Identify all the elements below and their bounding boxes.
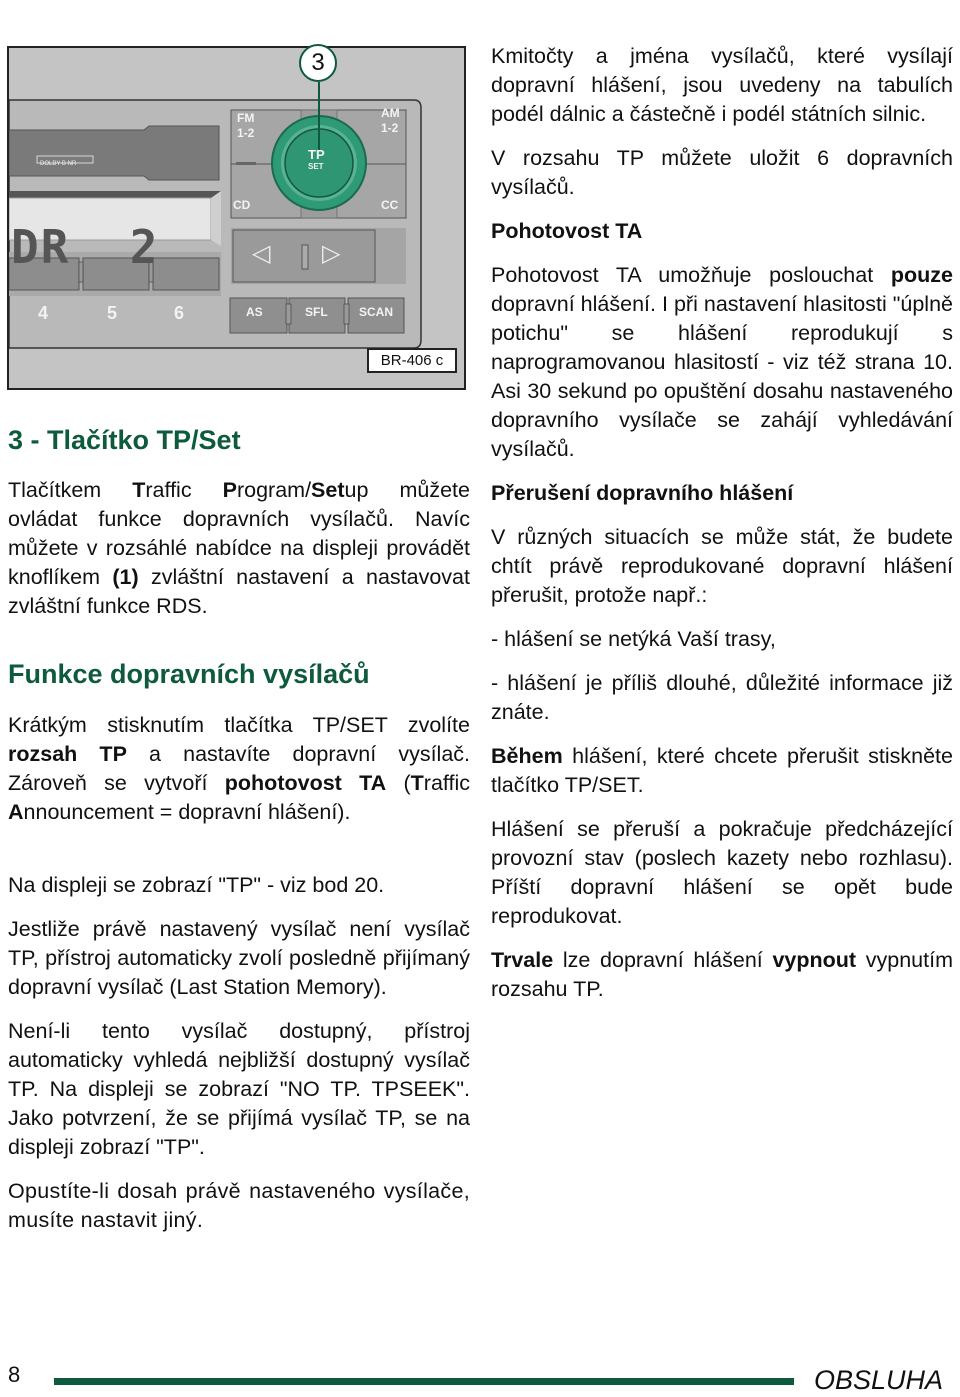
figure-code: BR-406 c	[367, 348, 457, 373]
paragraph-ta-standby: Pohotovost TA umožňuje poslouchat pouze …	[491, 263, 953, 461]
paragraph-during: Během hlášení, které chcete přerušit sti…	[491, 744, 953, 797]
paragraph-store: V rozsahu TP můžete uložit 6 dopravních …	[491, 146, 953, 199]
am-sub-label: 1-2	[381, 121, 399, 135]
cd-label: CD	[233, 198, 251, 212]
scan-label: SCAN	[359, 305, 394, 319]
callout-number: 3	[299, 44, 337, 82]
paragraph-last-station: Jestliže právě nastavený vysílač není vy…	[8, 917, 470, 999]
dolby-label: DOLBY B NR	[40, 161, 77, 167]
as-label: AS	[246, 305, 263, 319]
fm-sub-label: 1-2	[237, 126, 255, 140]
paragraph-leave-range: Opustíte-li dosah právě nastaveného vysí…	[8, 1179, 470, 1232]
paragraph-situations: V různých situacích se může stát, že bud…	[491, 525, 953, 607]
cassette-slot	[9, 125, 220, 181]
paragraph-not-available: Není-li tento vysílač dostupný, přístroj…	[8, 1019, 470, 1159]
left-column: 3 - Tlačítko TP/Set Tlačítkem Traffic Pr…	[8, 424, 470, 1235]
page-number: 8	[8, 1362, 21, 1387]
preset-5-label: 5	[107, 303, 118, 323]
list-item: - hlášení je příliš dlouhé, důležité inf…	[491, 671, 953, 724]
radio-figure: 3 DOLBY B NR DR 2 FM 1-2 AM 1-2 CD CC TP…	[7, 44, 466, 390]
seek-right-icon: ▷	[322, 240, 341, 267]
paragraph-frequencies: Kmitočty a jména vysílačů, které vysílaj…	[491, 44, 953, 126]
radio-illustration	[9, 82, 422, 349]
right-column: Kmitočty a jména vysílačů, které vysílaj…	[491, 42, 953, 1004]
paragraph-display-tp: Na displeji se zobrazí "TP" - viz bod 20…	[8, 873, 385, 897]
cc-label: CC	[381, 198, 399, 212]
paragraph-traffic-functions: Krátkým stisknutím tlačítka TP/SET zvolí…	[8, 713, 470, 824]
list-item: - hlášení se netýká Vaší trasy,	[491, 627, 776, 651]
paragraph-tp-set-intro: Tlačítkem Traffic Program/Setup můžete o…	[8, 478, 470, 618]
seek-left-icon: ◁	[252, 240, 271, 267]
section-heading-tp-set: 3 - Tlačítko TP/Set	[8, 425, 241, 455]
preset-button-6	[152, 257, 220, 291]
paragraph-permanent: Trvale lze dopravní hlášení vypnout vypn…	[491, 948, 953, 1001]
set-label: SET	[308, 162, 324, 171]
preset-6-label: 6	[174, 303, 185, 323]
heading-ta-standby: Pohotovost TA	[491, 219, 643, 243]
am-label: AM	[381, 106, 400, 120]
preset-4-label: 4	[38, 303, 49, 323]
section-title: OBSLUHA	[814, 1365, 944, 1395]
fm-label: FM	[237, 111, 255, 125]
tp-label: TP	[308, 147, 325, 162]
section-heading-traffic-functions: Funkce dopravních vysílačů	[8, 659, 370, 689]
footer-divider	[54, 1378, 794, 1385]
display-text: DR 2	[11, 220, 160, 274]
sfl-label: SFL	[305, 305, 328, 319]
paragraph-resume: Hlášení se přeruší a pokračuje předcháze…	[491, 817, 953, 928]
heading-interrupt: Přerušení dopravního hlášení	[491, 481, 794, 505]
